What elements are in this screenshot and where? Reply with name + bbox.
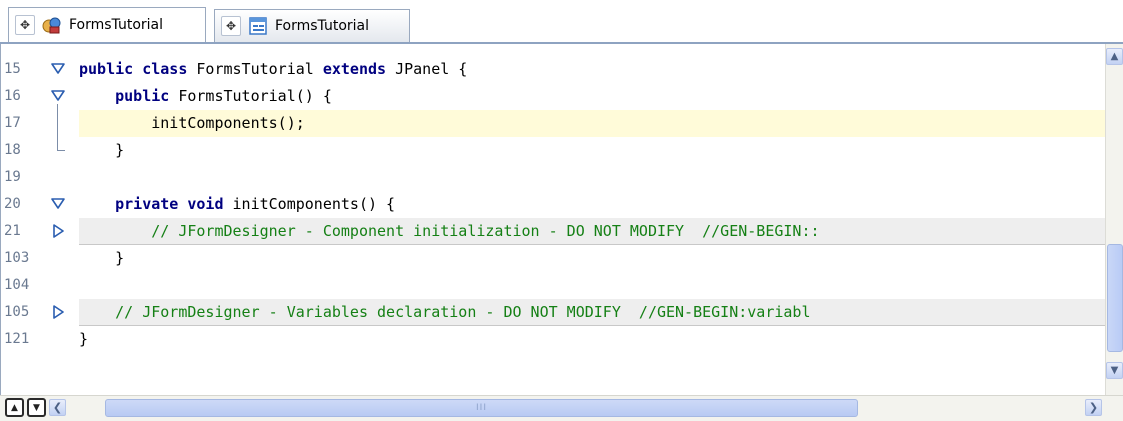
- gutter-line-16: 16: [1, 83, 79, 110]
- gutter-line-18: 18: [1, 137, 79, 164]
- line-number: 15: [4, 61, 21, 77]
- code-line[interactable]: public class FormsTutorial extends JPane…: [79, 56, 1106, 83]
- code-line[interactable]: }: [79, 326, 1106, 353]
- vertical-scrollbar[interactable]: ▲ ▼: [1105, 44, 1123, 395]
- gutter-line-19: 19: [1, 164, 79, 191]
- editor-tab-strip: ✥ FormsTutorial ✥ FormsTutorial: [0, 0, 1123, 44]
- code-line[interactable]: initComponents();: [79, 110, 1106, 137]
- keyword-token: public class: [79, 60, 197, 78]
- java-bean-icon: [42, 17, 61, 34]
- gutter-line-105: 105: [1, 299, 79, 326]
- line-number-gutter: 15 16 17 18 19 20 21 103 104 105 121: [1, 56, 79, 396]
- code-line[interactable]: [79, 164, 1106, 191]
- code-token: }: [79, 330, 89, 348]
- line-number: 21: [4, 223, 21, 239]
- keyword-token: private void: [115, 195, 233, 213]
- code-token: }: [79, 249, 125, 267]
- code-area[interactable]: public class FormsTutorial extends JPane…: [79, 56, 1106, 396]
- code-editor[interactable]: 15 16 17 18 19 20 21 103 104 105 121 public class …: [0, 44, 1123, 398]
- fold-guide-end: [57, 150, 65, 151]
- tab-label: FormsTutorial: [69, 17, 164, 33]
- code-token: FormsTutorial() {: [178, 87, 332, 105]
- fold-collapsed-icon[interactable]: [51, 224, 65, 238]
- line-number: 105: [4, 304, 30, 320]
- editor-window: ✥ FormsTutorial ✥ FormsTutorial 15 16 17 18…: [0, 0, 1123, 421]
- fold-collapsed-icon[interactable]: [51, 305, 65, 319]
- line-number: 18: [4, 142, 21, 158]
- maximize-icon[interactable]: ✥: [15, 15, 35, 35]
- fold-expanded-icon[interactable]: [51, 62, 65, 76]
- code-line[interactable]: [79, 272, 1106, 299]
- code-line[interactable]: private void initComponents() {: [79, 191, 1106, 218]
- scroll-thumb-grip: III: [476, 403, 487, 413]
- gutter-line-104: 104: [1, 272, 79, 299]
- scroll-right-arrow-icon[interactable]: ❯: [1085, 399, 1102, 416]
- gutter-line-103: 103: [1, 245, 79, 272]
- scroll-down-arrow-icon[interactable]: ▼: [1106, 362, 1123, 379]
- comment-token: // JFormDesigner - Component initializat…: [79, 222, 820, 240]
- code-token: FormsTutorial: [196, 60, 323, 78]
- line-number: 103: [4, 250, 30, 266]
- code-line[interactable]: }: [79, 137, 1106, 164]
- line-number: 16: [4, 88, 21, 104]
- maximize-icon[interactable]: ✥: [221, 16, 241, 36]
- line-number: 17: [4, 115, 21, 131]
- gutter-line-17: 17: [1, 110, 79, 137]
- fold-expanded-icon[interactable]: [51, 89, 65, 103]
- bottom-bar: ▲ ▼ ❮ III ❯: [0, 395, 1123, 421]
- tab-forms-tutorial-source[interactable]: ✥ FormsTutorial: [8, 7, 206, 42]
- scroll-left-arrow-icon[interactable]: ❮: [49, 399, 66, 416]
- scroll-up-arrow-icon[interactable]: ▲: [1106, 48, 1123, 65]
- gutter-line-121: 121: [1, 326, 79, 353]
- code-line[interactable]: public FormsTutorial() {: [79, 83, 1106, 110]
- line-number: 19: [4, 169, 21, 185]
- code-line[interactable]: }: [79, 245, 1106, 272]
- code-token: }: [79, 141, 125, 159]
- tab-label: FormsTutorial: [275, 18, 370, 34]
- form-designer-icon: [249, 17, 267, 35]
- folded-code-line[interactable]: // JFormDesigner - Component initializat…: [79, 218, 1106, 245]
- keyword-token: public: [115, 87, 179, 105]
- code-token: initComponents() {: [232, 195, 396, 213]
- comment-token: // JFormDesigner - Variables declaration…: [79, 303, 811, 321]
- line-number: 20: [4, 196, 21, 212]
- vertical-scroll-thumb[interactable]: [1107, 244, 1123, 352]
- keyword-token: extends: [322, 60, 396, 78]
- fold-guide-line: [57, 104, 58, 150]
- gutter-line-20: 20: [1, 191, 79, 218]
- line-number: 121: [4, 331, 30, 347]
- code-token: JPanel {: [395, 60, 468, 78]
- code-token: initComponents();: [79, 114, 305, 132]
- fold-expanded-icon[interactable]: [51, 197, 65, 211]
- gutter-line-21: 21: [1, 218, 79, 245]
- folded-code-line[interactable]: // JFormDesigner - Variables declaration…: [79, 299, 1106, 326]
- horizontal-scroll-thumb[interactable]: III: [105, 399, 858, 417]
- next-occurrence-icon[interactable]: ▼: [27, 398, 46, 417]
- previous-occurrence-icon[interactable]: ▲: [5, 398, 24, 417]
- gutter-line-15: 15: [1, 56, 79, 83]
- line-number: 104: [4, 277, 30, 293]
- tab-forms-tutorial-design[interactable]: ✥ FormsTutorial: [214, 9, 410, 42]
